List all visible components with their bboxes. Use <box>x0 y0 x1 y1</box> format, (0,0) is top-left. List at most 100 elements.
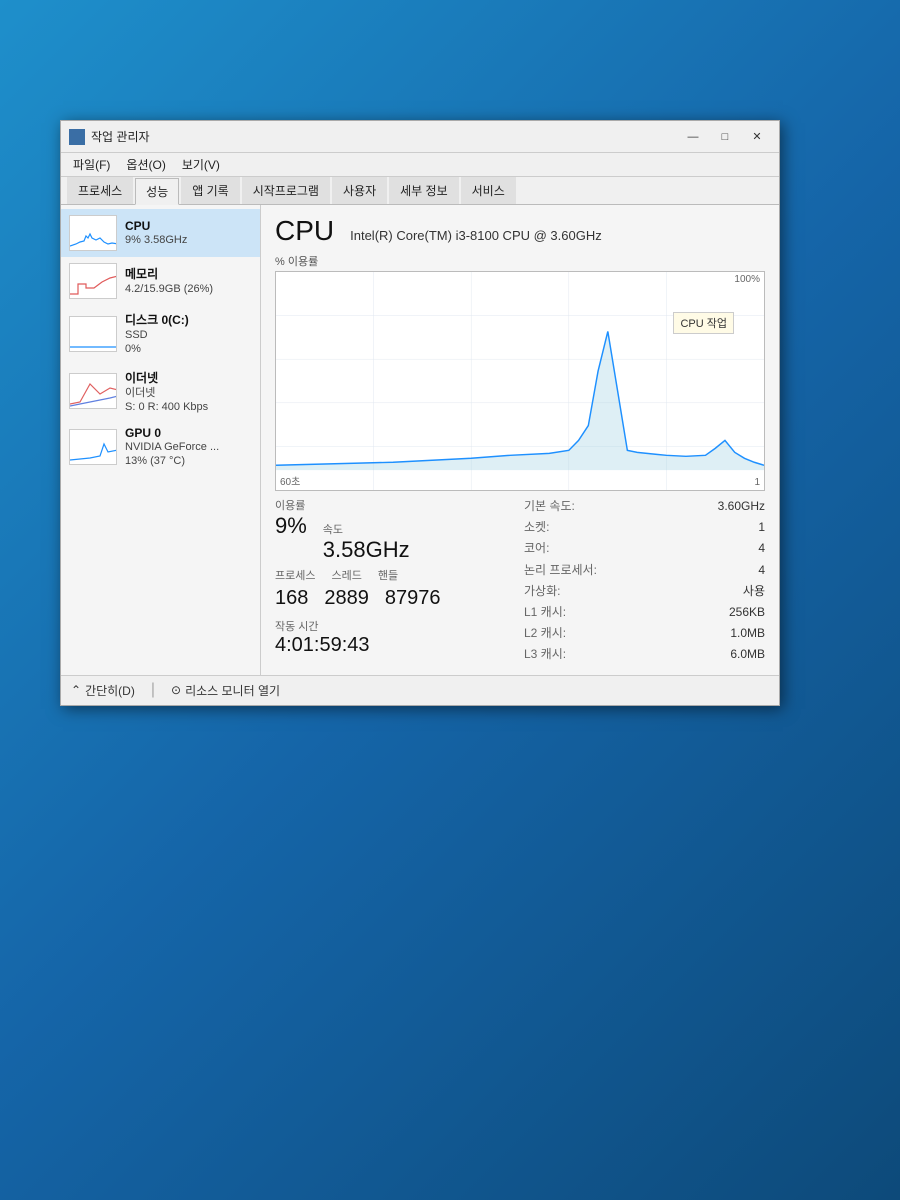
resource-monitor-link[interactable]: ⊙ 리소스 모니터 열기 <box>171 682 280 699</box>
cpu-sidebar-sub: 9% 3.58GHz <box>125 233 252 247</box>
logical-label: 논리 프로세서: <box>524 561 597 580</box>
cpu-sidebar-info: CPU 9% 3.58GHz <box>125 219 252 247</box>
gpu-sidebar-sub1: NVIDIA GeForce ... <box>125 440 252 454</box>
l3-label: L3 캐시: <box>524 645 566 664</box>
menu-options[interactable]: 옵션(O) <box>120 154 171 175</box>
base-speed-value: 3.60GHz <box>718 497 765 516</box>
right-panel: CPU Intel(R) Core(TM) i3-8100 CPU @ 3.60… <box>261 205 779 675</box>
gpu-sidebar-info: GPU 0 NVIDIA GeForce ... 13% (37 °C) <box>125 426 252 469</box>
graph-ylabel: % 이용률 <box>275 253 765 269</box>
gpu-sidebar-title: GPU 0 <box>125 426 252 440</box>
threads-label: 스레드 <box>331 567 361 583</box>
content-area: CPU 9% 3.58GHz 메모리 4.2/15.9GB (26%) <box>61 205 779 675</box>
handles-label: 핸들 <box>378 567 398 583</box>
menu-bar: 파일(F) 옵션(O) 보기(V) <box>61 153 779 177</box>
sidebar-item-ethernet[interactable]: 이더넷 이더넷 S: 0 R: 400 Kbps <box>61 363 260 421</box>
usage-value: 9% <box>275 513 307 539</box>
memory-thumbnail <box>69 263 117 299</box>
ethernet-sidebar-sub1: 이더넷 <box>125 386 252 400</box>
tab-performance[interactable]: 성능 <box>135 178 179 205</box>
tab-users[interactable]: 사용자 <box>332 177 387 204</box>
l3-row: L3 캐시: 6.0MB <box>524 645 765 664</box>
stats-left: 이용률 9% 속도 3.58GHz <box>275 497 516 665</box>
tab-processes[interactable]: 프로세스 <box>67 177 133 204</box>
chevron-up-icon: ⌃ <box>71 683 81 697</box>
ethernet-sidebar-title: 이더넷 <box>125 369 252 386</box>
usage-speed-values: 9% 속도 3.58GHz <box>275 513 410 563</box>
simplify-link[interactable]: ⌃ 간단히(D) <box>71 682 135 699</box>
minimize-button[interactable]: — <box>679 127 707 147</box>
sidebar-item-cpu[interactable]: CPU 9% 3.58GHz <box>61 209 260 257</box>
memory-sidebar-sub: 4.2/15.9GB (26%) <box>125 282 252 296</box>
resource-monitor-icon: ⊙ <box>171 683 181 697</box>
cores-value: 4 <box>758 539 765 558</box>
logical-value: 4 <box>758 561 765 580</box>
disk-sidebar-sub2: 0% <box>125 342 252 356</box>
gpu-sidebar-sub2: 13% (37 °C) <box>125 454 252 468</box>
speed-block: 속도 3.58GHz <box>323 521 410 563</box>
title-controls: — □ ✕ <box>679 127 771 147</box>
base-speed-label: 기본 속도: <box>524 497 575 516</box>
logical-row: 논리 프로세서: 4 <box>524 561 765 580</box>
sockets-value: 1 <box>758 518 765 537</box>
ethernet-sidebar-sub2: S: 0 R: 400 Kbps <box>125 400 252 414</box>
stats-grid: 이용률 9% 속도 3.58GHz <box>275 497 765 665</box>
cpu-sidebar-title: CPU <box>125 219 252 233</box>
handles-value: 87976 <box>385 587 441 610</box>
cpu-graph-container: 100% <box>275 271 765 491</box>
simplify-label: 간단히(D) <box>85 682 135 699</box>
disk-sidebar-info: 디스크 0(C:) SSD 0% <box>125 311 252 357</box>
stats-right: 기본 속도: 3.60GHz 소켓: 1 코어: 4 논리 프로세서: <box>524 497 765 665</box>
l2-row: L2 캐시: 1.0MB <box>524 624 765 643</box>
cpu-graph-tooltip: CPU 작업 <box>673 312 734 334</box>
tab-services[interactable]: 서비스 <box>461 177 516 204</box>
ethernet-thumbnail <box>69 373 117 409</box>
l1-value: 256KB <box>729 603 765 622</box>
disk-sidebar-sub1: SSD <box>125 328 252 342</box>
disk-thumbnail <box>69 316 117 352</box>
uptime-block: 작동 시간 4:01:59:43 <box>275 618 516 657</box>
taskmanager-window: 작업 관리자 — □ ✕ 파일(F) 옵션(O) 보기(V) 프로세스 성능 앱… <box>60 120 780 706</box>
usage-speed-row: 이용률 9% 속도 3.58GHz <box>275 497 516 563</box>
process-thread-handle-labels: 프로세스 스레드 핸들 <box>275 567 516 583</box>
maximize-button[interactable]: □ <box>711 127 739 147</box>
memory-sidebar-title: 메모리 <box>125 265 252 282</box>
l3-value: 6.0MB <box>730 645 765 664</box>
virtualization-label: 가상화: <box>524 582 560 601</box>
graph-xmax: 1 <box>754 477 760 488</box>
speed-label: 속도 <box>323 521 410 537</box>
disk-sidebar-title: 디스크 0(C:) <box>125 311 252 328</box>
sidebar-item-disk[interactable]: 디스크 0(C:) SSD 0% <box>61 305 260 363</box>
sidebar-item-memory[interactable]: 메모리 4.2/15.9GB (26%) <box>61 257 260 305</box>
menu-view[interactable]: 보기(V) <box>176 154 226 175</box>
graph-xmin: 60초 <box>280 473 300 488</box>
memory-sidebar-info: 메모리 4.2/15.9GB (26%) <box>125 265 252 296</box>
screen-background: 작업 관리자 — □ ✕ 파일(F) 옵션(O) 보기(V) 프로세스 성능 앱… <box>0 0 900 1200</box>
sockets-label: 소켓: <box>524 518 549 537</box>
usage-block: 이용률 9% 속도 3.58GHz <box>275 497 410 563</box>
cores-row: 코어: 4 <box>524 539 765 558</box>
title-bar-left: 작업 관리자 <box>69 128 150 145</box>
cpu-header: CPU Intel(R) Core(TM) i3-8100 CPU @ 3.60… <box>275 215 765 247</box>
usage-label: 이용률 <box>275 497 410 513</box>
app-icon <box>69 129 85 145</box>
l1-row: L1 캐시: 256KB <box>524 603 765 622</box>
close-button[interactable]: ✕ <box>743 127 771 147</box>
tab-startup[interactable]: 시작프로그램 <box>242 177 330 204</box>
cores-label: 코어: <box>524 539 549 558</box>
tab-apphistory[interactable]: 앱 기록 <box>181 177 239 204</box>
tab-details[interactable]: 세부 정보 <box>389 177 459 204</box>
virtualization-row: 가상화: 사용 <box>524 582 765 601</box>
l2-label: L2 캐시: <box>524 624 566 643</box>
bottom-bar: ⌃ 간단히(D) | ⊙ 리소스 모니터 열기 <box>61 675 779 705</box>
processes-value: 168 <box>275 587 308 610</box>
sidebar: CPU 9% 3.58GHz 메모리 4.2/15.9GB (26%) <box>61 205 261 675</box>
sidebar-item-gpu[interactable]: GPU 0 NVIDIA GeForce ... 13% (37 °C) <box>61 420 260 475</box>
menu-file[interactable]: 파일(F) <box>67 154 116 175</box>
cpu-model: Intel(R) Core(TM) i3-8100 CPU @ 3.60GHz <box>350 228 602 243</box>
l1-label: L1 캐시: <box>524 603 566 622</box>
speed-value: 3.58GHz <box>323 537 410 562</box>
l2-value: 1.0MB <box>730 624 765 643</box>
processes-label: 프로세스 <box>275 567 315 583</box>
tab-bar: 프로세스 성능 앱 기록 시작프로그램 사용자 세부 정보 서비스 <box>61 177 779 205</box>
